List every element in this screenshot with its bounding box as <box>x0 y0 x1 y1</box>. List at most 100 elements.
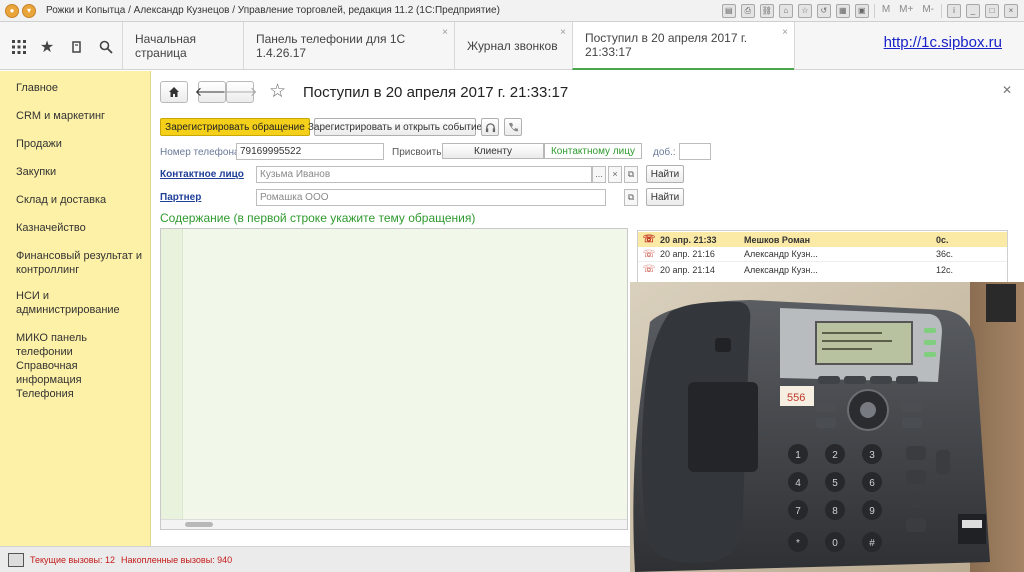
home-icon[interactable]: ⌂ <box>778 3 793 18</box>
contact-clear-button[interactable]: × <box>608 166 622 183</box>
sidebar-item-reference[interactable]: Справочная информация <box>16 359 146 387</box>
memory-subtract-button[interactable]: M- <box>920 4 936 18</box>
sidebar-item-crm[interactable]: CRM и маркетинг <box>16 109 146 123</box>
call-row[interactable]: ☏ 20 апр. 21:14 Александр Кузн... 12с. <box>638 262 1007 277</box>
sipbox-site-link[interactable]: http://1c.sipbox.ru <box>884 34 1002 51</box>
svg-text:9: 9 <box>869 506 875 517</box>
sidebar-item-miko-panel[interactable]: МИКО панель телефонии <box>16 331 146 359</box>
phone-icon[interactable] <box>504 118 522 136</box>
sidebar-item-warehouse[interactable]: Склад и доставка <box>16 193 146 207</box>
search-icon[interactable] <box>95 36 117 58</box>
register-request-button[interactable]: Зарегистрировать обращение <box>160 118 310 136</box>
contact-open-icon[interactable]: ⧉ <box>624 166 638 183</box>
tab-label: Поступил в 20 апреля 2017 г. 21:33:17 <box>585 31 748 59</box>
content-section-title: Содержание (в первой строке укажите тему… <box>160 211 476 225</box>
scrollbar-thumb[interactable] <box>185 522 213 527</box>
svg-text:8: 8 <box>832 506 838 517</box>
tab-call-log[interactable]: Журнал звонков × <box>454 22 572 70</box>
tab-telephony-panel[interactable]: Панель телефонии для 1С 1.4.26.17 × <box>243 22 454 70</box>
window-toolbar: ▤ ⎙ ⛓ ⌂ ☆ ↺ ▦ ▣ M M+ M- i _ □ × <box>721 3 1018 18</box>
content-editor[interactable] <box>160 228 628 530</box>
contact-person-field[interactable]: Кузьма Иванов <box>256 166 592 183</box>
toolbar-divider <box>873 3 875 18</box>
tab-incoming-call[interactable]: Поступил в 20 апреля 2017 г. 21:33:17 × <box>572 22 794 70</box>
calendar-icon[interactable]: ▣ <box>854 3 869 18</box>
close-window-icon[interactable]: × <box>1004 3 1018 18</box>
favorites-star-icon[interactable]: ★ <box>36 36 58 58</box>
info-icon[interactable]: i <box>947 3 961 18</box>
call-time: 20 апр. 21:33 <box>660 234 717 245</box>
call-duration: 12с. <box>936 264 954 275</box>
assign-label: Присвоить: <box>392 147 445 158</box>
call-duration: 0с. <box>936 234 949 245</box>
phone-sticker-text: 556 <box>787 392 805 404</box>
memory-store-button[interactable]: M <box>880 4 892 18</box>
call-row[interactable]: ☏ 20 апр. 21:33 Мешков Роман 0с. <box>638 232 1007 247</box>
editor-horizontal-scrollbar[interactable] <box>161 519 627 529</box>
assign-to-contact-button[interactable]: Контактному лицу <box>544 143 642 159</box>
contact-select-button[interactable]: ... <box>592 166 606 183</box>
window-titlebar: ● ▾ Рожки и Копытца / Александр Кузнецов… <box>0 0 1024 22</box>
history-icon[interactable]: ↺ <box>816 3 831 18</box>
maximize-icon[interactable]: □ <box>985 3 999 18</box>
register-and-open-event-button[interactable]: Зарегистрировать и открыть событие <box>308 118 482 136</box>
close-form-icon[interactable]: ✕ <box>1002 83 1012 97</box>
sidebar-item-administration[interactable]: НСИ и администрирование <box>16 289 146 317</box>
call-row[interactable]: ☏ 20 апр. 21:16 Александр Кузн... 36с. <box>638 247 1007 262</box>
phone-number-label: Номер телефона: <box>160 147 243 158</box>
recent-calls-list: ☏ 20 апр. 21:33 Мешков Роман 0с. ☏ 20 ап… <box>637 230 1008 285</box>
tab-label: Панель телефонии для 1С 1.4.26.17 <box>256 32 406 60</box>
sidebar-item-main[interactable]: Главное <box>16 81 146 95</box>
incoming-call-icon: ☏ <box>642 248 656 260</box>
save-icon[interactable]: ▤ <box>721 3 736 18</box>
find-contact-button[interactable]: Найти <box>646 165 684 183</box>
memory-add-button[interactable]: M+ <box>897 4 915 18</box>
svg-text:6: 6 <box>869 478 875 489</box>
svg-text:#: # <box>869 538 875 549</box>
print-icon[interactable]: ⎙ <box>740 3 755 18</box>
close-tab-icon[interactable]: × <box>782 27 788 38</box>
sidebar-item-telephony[interactable]: Телефония <box>16 387 146 401</box>
find-partner-button[interactable]: Найти <box>646 188 684 206</box>
sidebar-item-purchases[interactable]: Закупки <box>16 165 146 179</box>
sections-menu-icon[interactable] <box>8 36 30 58</box>
link-icon[interactable]: ⛓ <box>759 3 774 18</box>
svg-text:5: 5 <box>832 478 838 489</box>
current-calls-count: Текущие вызовы: 12 <box>30 554 116 565</box>
headset-icon[interactable] <box>481 118 499 136</box>
app-menu-buttons: ● ▾ <box>5 3 36 18</box>
close-tab-icon[interactable]: × <box>442 27 448 38</box>
extension-field[interactable] <box>679 143 711 160</box>
sidebar-item-financial-result[interactable]: Финансовый результат и контроллинг <box>16 249 146 277</box>
incoming-call-icon: ☏ <box>642 264 656 275</box>
partner-field[interactable]: Ромашка ООО <box>256 189 606 206</box>
ip-phone-image: 556 1 2 3 4 5 6 7 8 9 * 0 # <box>630 282 1024 572</box>
app-logo-icon[interactable]: ● <box>5 3 19 18</box>
telephony-status-icon[interactable] <box>8 552 24 567</box>
favorite-star-icon[interactable]: ☆ <box>269 80 286 103</box>
window-title: Рожки и Копытца / Александр Кузнецов / У… <box>46 5 500 16</box>
close-tab-icon[interactable]: × <box>560 27 566 38</box>
home-button[interactable] <box>160 81 188 103</box>
forward-button[interactable]: 🡒 <box>223 81 257 103</box>
tab-home-page[interactable]: Начальная страница <box>122 22 243 70</box>
calculator-icon[interactable]: ▦ <box>835 3 850 18</box>
call-name: Александр Кузн... <box>744 249 818 259</box>
star-icon[interactable]: ☆ <box>797 3 812 18</box>
arrow-right-icon: 🡒 <box>222 84 258 99</box>
call-time: 20 апр. 21:14 <box>660 264 715 275</box>
partner-open-icon[interactable]: ⧉ <box>624 189 638 206</box>
history-clock-icon[interactable] <box>66 36 88 58</box>
menu-dropdown-icon[interactable]: ▾ <box>22 3 36 18</box>
assign-to-client-button[interactable]: Клиенту <box>442 143 544 159</box>
minimize-icon[interactable]: _ <box>966 3 980 18</box>
sidebar-item-sales[interactable]: Продажи <box>16 137 146 151</box>
sidebar-item-treasury[interactable]: Казначейство <box>16 221 146 235</box>
contact-person-link[interactable]: Контактное лицо <box>160 169 244 180</box>
partner-link[interactable]: Партнер <box>160 192 201 203</box>
call-duration: 36с. <box>936 249 954 259</box>
phone-number-field[interactable]: 79169995522 <box>236 143 384 160</box>
ip-phone-photo: 556 1 2 3 4 5 6 7 8 9 * 0 # <box>630 282 1024 572</box>
editor-gutter <box>161 229 183 529</box>
svg-text:*: * <box>796 538 800 549</box>
